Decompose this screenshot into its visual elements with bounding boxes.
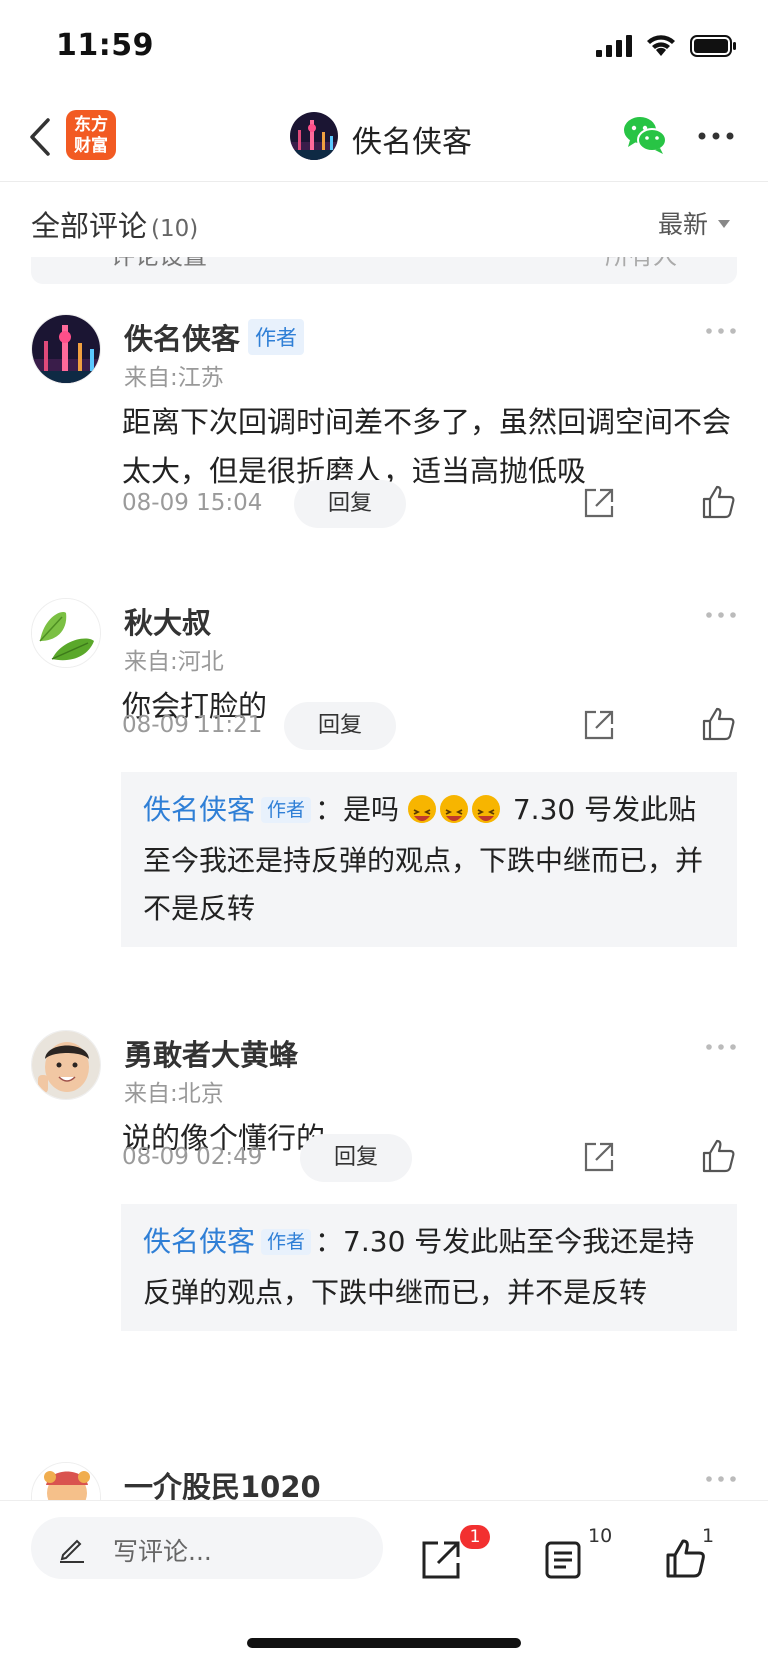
comment-item: 一介股民1020 — [0, 1462, 768, 1500]
comment-item: 秋大叔 来自:河北 你会打脸的 08-09 11:21 回复 佚名侠客 作者 ：是吗… — [0, 598, 768, 998]
reply-button[interactable]: 回复 — [284, 702, 396, 750]
comment-more-icon[interactable] — [704, 326, 738, 336]
caret-down-icon — [718, 220, 730, 228]
sub-reply-colon: ： — [315, 793, 344, 826]
author-tag: 作者 — [261, 1229, 312, 1255]
share-icon[interactable] — [582, 486, 616, 520]
sub-reply-author[interactable]: 佚名侠客 — [143, 793, 255, 826]
sub-reply[interactable]: 佚名侠客 作者 ：是吗 7.30 号发此贴至今我还是持反弹的观点，下跌中继而已，并不… — [121, 772, 737, 947]
sort-label: 最新 — [657, 210, 708, 239]
comments-title: 全部评论 (10) — [31, 203, 198, 245]
brand-logo-line1: 东方 — [74, 115, 108, 135]
like-icon[interactable] — [664, 1537, 706, 1579]
comment-time: 08-09 11:21 — [122, 712, 263, 738]
status-time: 11:59 — [56, 28, 154, 63]
comment-author-name: 勇敢者大黄蜂 — [124, 1038, 299, 1072]
comment-more-icon[interactable] — [704, 610, 738, 620]
avatar[interactable] — [31, 314, 101, 384]
pencil-icon — [60, 1539, 84, 1563]
sub-reply-author[interactable]: 佚名侠客 — [143, 1225, 255, 1258]
comment-location: 来自:江苏 — [124, 365, 224, 391]
comments-title-text: 全部评论 — [31, 209, 148, 243]
sub-reply-colon: ： — [315, 1225, 344, 1258]
comment-count: 10 — [588, 1525, 613, 1547]
status-bar: 11:59 — [0, 0, 768, 92]
laughing-emoji-icon — [407, 795, 436, 823]
author-avatar[interactable] — [290, 112, 338, 160]
comment-author-name: 佚名侠客 — [124, 322, 241, 356]
comment-input-placeholder: 写评论... — [113, 1537, 212, 1566]
more-options-icon[interactable] — [696, 128, 736, 144]
author-tag: 作者 — [261, 797, 312, 823]
like-icon[interactable] — [700, 706, 736, 742]
share-icon[interactable] — [582, 708, 616, 742]
reply-button[interactable]: 回复 — [300, 1134, 412, 1182]
comment-text: 距离下次回调时间差不多了，虽然回调空间不会太大，但是很折磨人，适当高抛低吸 — [122, 405, 732, 488]
comment-time: 08-09 02:49 — [122, 1144, 263, 1170]
comment-author[interactable]: 勇敢者大黄蜂 — [124, 1032, 298, 1074]
like-icon[interactable] — [700, 484, 736, 520]
comment-input[interactable]: 写评论... — [31, 1517, 383, 1579]
like-icon[interactable] — [700, 1138, 736, 1174]
comment-item: 佚名侠客 作者 来自:江苏 距离下次回调时间差不多了，虽然回调空间不会太大，但是… — [0, 314, 768, 544]
wifi-icon — [647, 35, 675, 56]
author-tag: 作者 — [248, 319, 305, 355]
like-count: 1 — [702, 1525, 715, 1547]
share-icon[interactable] — [420, 1539, 462, 1581]
comment-author[interactable]: 佚名侠客 作者 — [124, 316, 305, 358]
avatar[interactable] — [31, 1462, 101, 1500]
comment-location: 来自:北京 — [124, 1081, 224, 1107]
battery-icon — [690, 35, 736, 57]
home-indicator — [247, 1638, 521, 1648]
comment-more-icon[interactable] — [704, 1474, 738, 1484]
comment-time: 08-09 15:04 — [122, 490, 263, 516]
sort-dropdown[interactable]: 最新 — [658, 205, 730, 241]
signal-icon — [596, 35, 632, 57]
avatar[interactable] — [31, 1030, 101, 1100]
nav-bar: 东方 财富 佚名侠客 — [0, 92, 768, 182]
reply-button[interactable]: 回复 — [294, 480, 406, 528]
comment-author[interactable]: 一介股民1020 — [124, 1464, 321, 1500]
back-icon[interactable] — [24, 114, 60, 160]
bottom-bar: 写评论... 1 10 1 — [0, 1500, 768, 1663]
sub-reply[interactable]: 佚名侠客 作者 ：7.30 号发此贴至今我还是持反弹的观点，下跌中继而已，并不是反转 — [121, 1204, 737, 1331]
laughing-emoji-icon — [471, 795, 500, 823]
status-icons — [596, 34, 738, 58]
comment-item: 勇敢者大黄蜂 来自:北京 说的像个懂行的 08-09 02:49 回复 佚名侠客… — [0, 1030, 768, 1430]
comments-list-icon[interactable] — [542, 1539, 584, 1581]
share-icon[interactable] — [582, 1140, 616, 1174]
comment-author-name: 一介股民1020 — [124, 1470, 321, 1500]
share-badge: 1 — [460, 1525, 490, 1549]
laughing-emoji-icon — [439, 795, 468, 823]
comment-author[interactable]: 秋大叔 — [124, 600, 211, 642]
page-title: 佚名侠客 — [352, 125, 472, 160]
comment-more-icon[interactable] — [704, 1042, 738, 1052]
wechat-share-icon[interactable] — [622, 114, 668, 156]
comment-author-name: 秋大叔 — [124, 606, 212, 640]
comment-location: 来自:河北 — [124, 649, 224, 675]
brand-logo[interactable]: 东方 财富 — [66, 110, 116, 160]
comments-header: 全部评论 (10) 最新 — [0, 183, 768, 257]
sub-reply-text-start: 是吗 — [343, 793, 400, 826]
comments-count: (10) — [151, 216, 199, 242]
avatar[interactable] — [31, 598, 101, 668]
brand-logo-line2: 财富 — [74, 136, 108, 156]
